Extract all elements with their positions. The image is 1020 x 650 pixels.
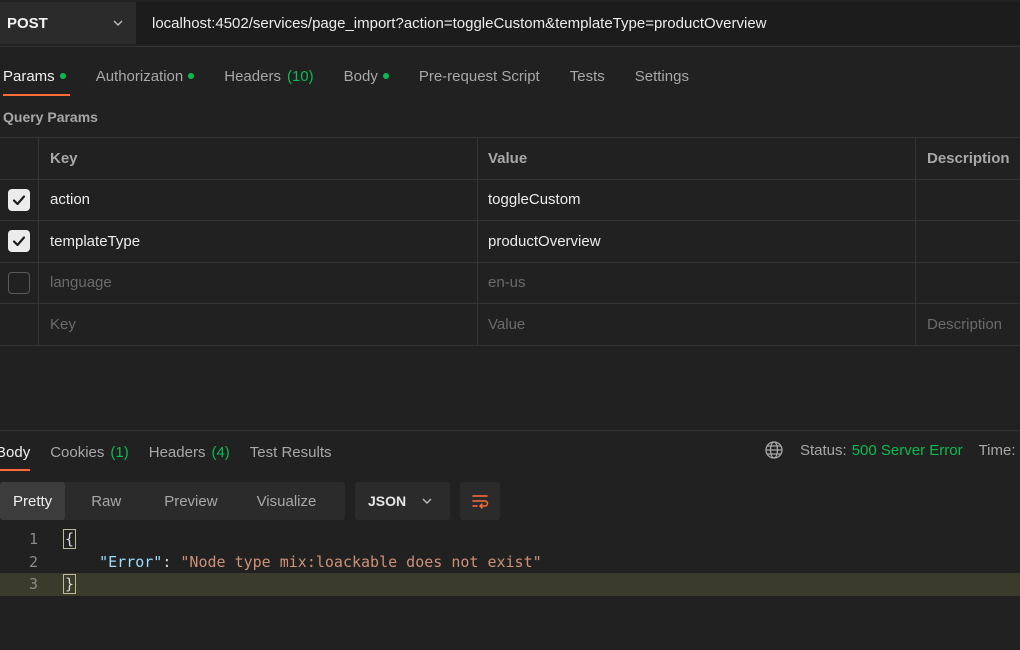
tab-headers[interactable]: Headers (10) xyxy=(224,60,313,92)
checkmark-icon xyxy=(12,236,26,247)
tab-pre-request-script[interactable]: Pre-request Script xyxy=(419,60,540,92)
row-check-cell xyxy=(0,262,39,303)
table-row-placeholder: Key Value Description xyxy=(0,304,1020,346)
status-value[interactable]: 500 Server Error xyxy=(852,442,963,459)
divider xyxy=(0,46,1020,47)
tab-label: Authorization xyxy=(95,67,184,85)
response-tab-test-results[interactable]: Test Results xyxy=(250,436,332,468)
method-label: POST xyxy=(7,14,48,32)
tab-label: Tests xyxy=(569,67,605,85)
globe-icon[interactable] xyxy=(764,440,784,460)
tab-count: (10) xyxy=(286,67,314,85)
brace-close: } xyxy=(63,574,77,595)
view-mode-pretty[interactable]: Pretty xyxy=(0,482,66,520)
new-key-input[interactable]: Key xyxy=(39,304,478,345)
param-description-input[interactable] xyxy=(916,180,1020,221)
json-key: "Error" xyxy=(99,552,163,571)
tab-label: Test Results xyxy=(249,443,332,461)
param-key-input[interactable]: templateType xyxy=(39,221,478,262)
code-line-highlighted: 3 } xyxy=(0,573,1020,596)
url-bar: POST localhost:4502/services/page_import… xyxy=(0,0,1020,46)
line-number: 2 xyxy=(28,552,38,571)
tab-label: Params xyxy=(3,67,55,85)
line-number: 3 xyxy=(28,575,38,594)
response-status: Status: 500 Server Error Time: 2 xyxy=(764,440,1020,460)
response-body-viewer[interactable]: 1 { 2 "Error": "Node type mix:loackable … xyxy=(0,528,1020,596)
active-dot-icon xyxy=(59,73,66,79)
param-key-input[interactable]: language xyxy=(39,262,478,303)
header-check-cell xyxy=(0,138,39,179)
row-check-cell xyxy=(0,304,39,345)
code-line: 1 { xyxy=(0,528,1020,551)
active-dot-icon xyxy=(188,73,195,79)
view-mode-visualize[interactable]: Visualize xyxy=(244,482,330,520)
request-tabs: Params Authorization Headers (10) Body Pr… xyxy=(3,60,719,96)
row-check-cell xyxy=(0,221,39,262)
time-label: Time: xyxy=(978,441,1016,459)
param-value-input[interactable]: productOverview xyxy=(478,221,916,262)
format-select[interactable]: JSON xyxy=(355,482,450,520)
column-header-key: Key xyxy=(39,138,478,179)
tab-label: Cookies xyxy=(50,443,105,461)
pane-divider[interactable] xyxy=(0,430,1020,431)
method-select[interactable]: POST xyxy=(0,2,136,44)
param-value-input[interactable]: toggleCustom xyxy=(478,179,916,220)
param-key-input[interactable]: action xyxy=(39,179,478,220)
view-mode-selector: Pretty Raw Preview Visualize xyxy=(0,482,345,520)
params-table: Key Value Description action toggleCusto… xyxy=(0,137,1020,346)
tab-settings[interactable]: Settings xyxy=(635,60,689,92)
url-input[interactable]: localhost:4502/services/page_import?acti… xyxy=(136,2,1020,44)
active-dot-icon xyxy=(382,73,389,79)
table-header-row: Key Value Description xyxy=(0,138,1020,180)
param-description-input[interactable] xyxy=(916,263,1020,304)
tab-count: (4) xyxy=(211,443,230,461)
code-text: } xyxy=(38,574,77,595)
format-label: JSON xyxy=(368,493,407,509)
tab-count: (1) xyxy=(110,443,129,461)
code-text: { xyxy=(38,529,77,550)
table-row: language en-us xyxy=(0,262,1020,304)
tab-body[interactable]: Body xyxy=(344,60,389,92)
response-tab-cookies[interactable]: Cookies (1) xyxy=(50,436,129,468)
line-number: 1 xyxy=(28,530,38,549)
tab-tests[interactable]: Tests xyxy=(570,60,605,92)
chevron-down-icon xyxy=(113,20,123,26)
new-value-input[interactable]: Value xyxy=(478,304,916,345)
row-check-cell xyxy=(0,179,39,220)
wrap-lines-icon xyxy=(472,495,489,509)
tab-label: Settings xyxy=(634,67,689,85)
code-line: 2 "Error": "Node type mix:loackable does… xyxy=(0,551,1020,574)
tab-label: Pre-request Script xyxy=(418,67,540,85)
response-tabs: Body Cookies (1) Headers (4) Test Results xyxy=(0,436,352,471)
tab-label: Headers xyxy=(224,67,281,85)
view-mode-preview[interactable]: Preview xyxy=(151,482,243,520)
status-label: Status: xyxy=(800,441,847,459)
brace-open: { xyxy=(63,529,77,550)
tab-params[interactable]: Params xyxy=(3,60,70,96)
json-value: "Node type mix:loackable does not exist" xyxy=(180,552,542,571)
param-description-input[interactable] xyxy=(916,221,1020,262)
column-header-value: Value xyxy=(478,138,916,179)
query-params-title: Query Params xyxy=(3,109,98,125)
response-tab-headers[interactable]: Headers (4) xyxy=(149,436,230,468)
tab-authorization[interactable]: Authorization xyxy=(96,60,195,92)
tab-label: Body xyxy=(0,443,31,461)
table-row: action toggleCustom xyxy=(0,179,1020,221)
tab-label: Headers xyxy=(148,443,206,461)
view-mode-raw[interactable]: Raw xyxy=(65,482,151,520)
table-row: templateType productOverview xyxy=(0,221,1020,263)
column-header-description: Description xyxy=(927,149,1010,167)
tab-label: Body xyxy=(343,67,378,85)
new-description-input[interactable]: Description xyxy=(916,304,1020,345)
json-separator: : xyxy=(162,552,181,571)
param-checkbox[interactable] xyxy=(8,188,30,211)
response-tab-body[interactable]: Body xyxy=(0,436,31,471)
param-checkbox[interactable] xyxy=(8,271,30,294)
wrap-lines-button[interactable] xyxy=(460,482,500,520)
checkmark-icon xyxy=(12,195,26,205)
code-text: "Error": "Node type mix:loackable does n… xyxy=(38,553,542,571)
chevron-down-icon xyxy=(422,498,432,504)
param-value-input[interactable]: en-us xyxy=(478,262,916,303)
param-checkbox[interactable] xyxy=(8,230,30,253)
